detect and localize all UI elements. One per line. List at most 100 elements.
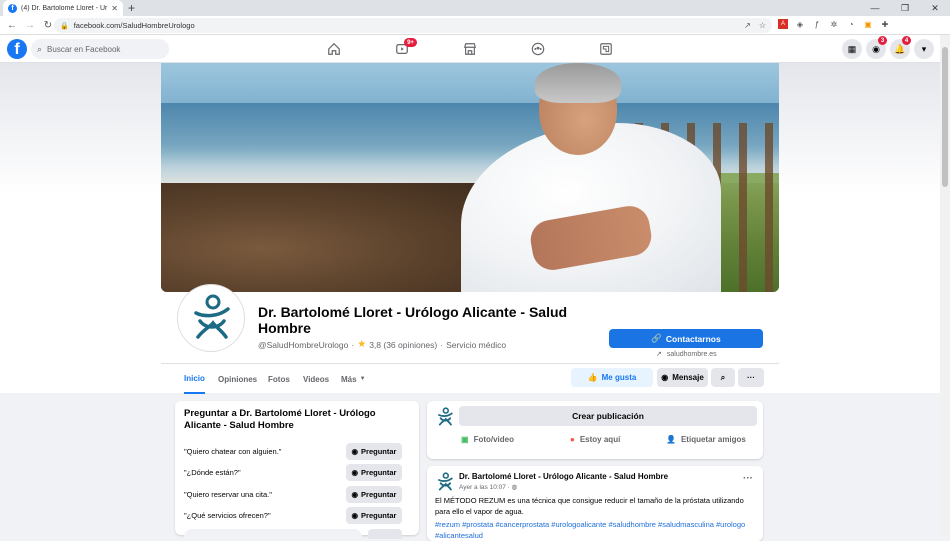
post-timestamp[interactable]: Ayer a las 10:07 · ◍ [459, 483, 517, 491]
tab-close-icon[interactable]: ✕ [111, 4, 118, 13]
extension-icon[interactable]: ▣ [863, 19, 873, 29]
page-rating[interactable]: 3,8 (36 opiniones) [369, 340, 437, 350]
tab-mas[interactable]: Más ▼ [341, 364, 366, 394]
account-chevron-icon[interactable]: ▾ [914, 39, 934, 59]
contact-button-label: Contactarnos [665, 333, 721, 344]
tab-label: Más [341, 374, 357, 384]
website-link[interactable]: ↗ saludhombre.es [656, 350, 717, 359]
address-bar[interactable]: 🔒 facebook.com/SaludHombreUrologo ↗ ☆ [54, 18, 772, 33]
external-link-icon: ↗ [656, 351, 662, 358]
tab-videos[interactable]: Videos [303, 364, 329, 394]
url-text: facebook.com/SaludHombreUrologo [73, 21, 195, 30]
minimize-button[interactable]: — [860, 0, 890, 16]
groups-icon [531, 42, 545, 56]
extension-icon[interactable]: ◈ [795, 19, 805, 29]
tab-title: (4) Dr. Bartolomé Lloret - Urólogo [21, 4, 108, 12]
tab-label: Videos [303, 374, 330, 384]
facebook-logo-icon[interactable]: f [7, 39, 27, 59]
tab-fotos[interactable]: Fotos [268, 364, 290, 394]
photo-video-label: Foto/video [473, 435, 515, 444]
messenger-icon: ◉ [351, 446, 359, 456]
page-handle[interactable]: @SaludHombreUrologo [258, 340, 348, 350]
post-author-avatar-icon[interactable] [435, 472, 455, 492]
nav-watch[interactable]: 9+ [382, 35, 422, 63]
messenger-icon: ◉ [351, 489, 359, 499]
post-text: El MÉTODO REZUM es una técnica que consi… [435, 496, 744, 516]
check-in-button[interactable]: ● Estoy aquí [570, 435, 620, 444]
bookmark-star-icon[interactable]: ☆ [759, 21, 766, 30]
messenger-icon: ◉ [661, 373, 669, 382]
pdf-extension-icon[interactable]: A [778, 19, 788, 29]
puzzle-extensions-icon[interactable]: ✚ [880, 19, 890, 29]
cover-rocks [161, 183, 501, 292]
post-author[interactable]: Dr. Bartolomé Lloret - Urólogo Alicante … [459, 472, 668, 481]
lock-icon: 🔒 [60, 22, 69, 30]
menu-grid-icon[interactable]: ▦ [842, 39, 862, 59]
ask-button[interactable]: ◉ Preguntar [346, 485, 402, 503]
search-page-button[interactable]: ⌕ [711, 368, 735, 387]
message-button[interactable]: ◉ Mensaje [657, 368, 708, 387]
rating-star-icon: ★ [357, 339, 367, 350]
home-icon [328, 42, 340, 55]
ask-button[interactable]: ◉ Preguntar [346, 506, 402, 524]
create-post-button[interactable]: Crear publicación [459, 406, 757, 426]
share-icon[interactable]: ↗ [744, 21, 751, 30]
page-category[interactable]: Servicio médico [446, 340, 506, 350]
restore-button[interactable]: ❐ [890, 0, 920, 16]
page-scrollbar[interactable] [940, 35, 950, 535]
new-tab-button[interactable]: + [128, 1, 135, 15]
font-extension-icon[interactable]: ƒ [812, 19, 822, 29]
notifications-bell-icon[interactable]: 🔔 4 [890, 36, 911, 59]
tab-label: Inicio [184, 373, 205, 383]
window-controls: — ❐ ✕ [860, 0, 950, 16]
nav-gaming[interactable] [586, 35, 626, 63]
search-input[interactable]: ⌕ Buscar en Facebook [31, 39, 169, 59]
reload-icon[interactable]: ↻ [42, 20, 54, 31]
like-label: Me gusta [601, 373, 637, 382]
tab-inicio[interactable]: Inicio [184, 364, 205, 394]
search-placeholder: Buscar en Facebook [47, 44, 121, 54]
tab-opiniones[interactable]: Opiniones [218, 364, 257, 394]
gaming-icon [600, 43, 612, 55]
messenger-icon[interactable]: ◉ 3 [866, 36, 887, 59]
ask-button-label: Preguntar [361, 467, 397, 477]
more-options-button[interactable]: ··· [738, 368, 764, 387]
link-icon: 🔗 [651, 333, 662, 343]
ask-button[interactable]: ◉ Preguntar [346, 463, 402, 481]
page-avatar-icon [438, 407, 453, 426]
like-button[interactable]: 👍 Me gusta [571, 368, 653, 387]
back-icon[interactable]: ← [6, 20, 18, 31]
scrollbar-thumb[interactable] [942, 47, 948, 187]
ask-button-label: Preguntar [361, 489, 397, 499]
wifi-extension-icon[interactable]: ◔ [846, 19, 856, 29]
browser-tab-strip: f (4) Dr. Bartolomé Lloret - Urólogo ✕ +… [0, 0, 950, 16]
profile-avatar[interactable] [178, 285, 244, 351]
ask-custom-send-button[interactable] [368, 529, 402, 539]
page-meta: @SaludHombreUrologo · ★ 3,8 (36 opinione… [258, 339, 506, 350]
caret-down-icon: ▼ [359, 376, 366, 382]
page-title: Dr. Bartolomé Lloret - Urólogo Alicante … [258, 304, 568, 336]
cover-photo[interactable] [161, 63, 779, 292]
post-options-button[interactable]: ··· [743, 473, 753, 484]
extension-icon[interactable]: ✲ [829, 19, 839, 29]
forward-icon[interactable]: → [24, 20, 36, 31]
contact-button[interactable]: 🔗 Contactarnos [609, 329, 763, 348]
location-pin-icon: ● [570, 435, 575, 444]
ask-question: "¿Dónde están?" [184, 467, 241, 477]
search-icon: ⌕ [720, 372, 726, 382]
facebook-header: f ⌕ Buscar en Facebook 9+ ▦ ◉ 3 🔔 4 ▾ [0, 35, 940, 63]
tag-friends-button[interactable]: 👤 Etiquetar amigos [666, 435, 746, 444]
nav-marketplace[interactable] [450, 35, 490, 63]
post-hashtags[interactable]: #rezum #prostata #cancerprostata #urolog… [435, 520, 755, 541]
ask-question: "¿Qué servicios ofrecen?" [184, 510, 271, 520]
ask-button[interactable]: ◉ Preguntar [346, 442, 402, 460]
ask-row: "Quiero chatear con alguien." ◉ Preguntar [184, 442, 402, 460]
ask-custom-input[interactable] [184, 529, 362, 539]
nav-groups[interactable] [518, 35, 558, 63]
more-dots-icon: ··· [747, 373, 755, 382]
photo-video-button[interactable]: ▣ Foto/video [461, 435, 514, 444]
nav-home[interactable] [314, 35, 354, 63]
message-label: Mensaje [672, 373, 704, 382]
browser-tab[interactable]: f (4) Dr. Bartolomé Lloret - Urólogo ✕ [3, 0, 123, 16]
close-window-button[interactable]: ✕ [920, 0, 950, 16]
